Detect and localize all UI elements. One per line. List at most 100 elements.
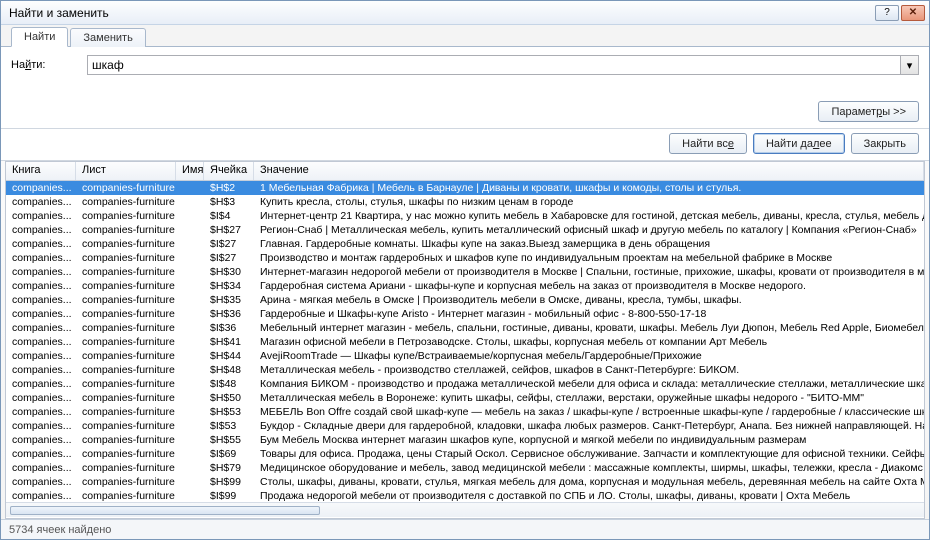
statusbar: 5734 ячеек найдено — [1, 519, 929, 539]
cell-ref: $I$27 — [204, 238, 254, 250]
cell-ref: $H$99 — [204, 476, 254, 488]
tab-find[interactable]: Найти — [11, 27, 68, 47]
cell-value: Арина - мягкая мебель в Омске | Производ… — [254, 294, 924, 306]
close-window-button[interactable]: ✕ — [901, 5, 925, 21]
search-history-dropdown[interactable]: ▾ — [901, 55, 919, 75]
cell-book: companies... — [6, 392, 76, 404]
cell-sheet: companies-furniture — [76, 266, 176, 278]
cell-ref: $H$30 — [204, 266, 254, 278]
chevron-down-icon: ▾ — [907, 59, 913, 72]
cell-ref: $I$69 — [204, 448, 254, 460]
table-row[interactable]: companies...companies-furniture$I$4Интер… — [6, 209, 924, 223]
cell-sheet: companies-furniture — [76, 210, 176, 222]
table-row[interactable]: companies...companies-furniture$I$99Прод… — [6, 489, 924, 503]
table-row[interactable]: companies...companies-furniture$H$99Стол… — [6, 475, 924, 489]
cell-value: Букдор - Складные двери для гардеробной,… — [254, 420, 924, 432]
table-row[interactable]: companies...companies-furniture$I$27Глав… — [6, 237, 924, 251]
table-row[interactable]: companies...companies-furniture$H$48Мета… — [6, 363, 924, 377]
cell-sheet: companies-furniture — [76, 448, 176, 460]
cell-value: AvejiRoomTrade — Шкафы купе/Встраиваемые… — [254, 350, 924, 362]
table-row[interactable]: companies...companies-furniture$I$36Мебе… — [6, 321, 924, 335]
cell-value: Регион-Снаб | Металлическая мебель, купи… — [254, 224, 924, 236]
cell-sheet: companies-furniture — [76, 378, 176, 390]
table-row[interactable]: companies...companies-furniture$I$53Букд… — [6, 419, 924, 433]
cell-value: Товары для офиса. Продажа, цены Старый О… — [254, 448, 924, 460]
cell-sheet: companies-furniture — [76, 336, 176, 348]
cell-ref: $H$44 — [204, 350, 254, 362]
table-row[interactable]: companies...companies-furniture$I$48Комп… — [6, 377, 924, 391]
search-input-wrap: ▾ — [87, 55, 919, 75]
table-row[interactable]: companies...companies-furniture$H$41Мага… — [6, 335, 924, 349]
cell-ref: $I$27 — [204, 252, 254, 264]
cell-ref: $I$53 — [204, 420, 254, 432]
grid-body[interactable]: companies...companies-furniture$H$21 Меб… — [6, 181, 924, 518]
titlebar: Найти и заменить ? ✕ — [1, 1, 929, 25]
table-row[interactable]: companies...companies-furniture$I$27Прои… — [6, 251, 924, 265]
table-row[interactable]: companies...companies-furniture$H$55Бум … — [6, 433, 924, 447]
cell-book: companies... — [6, 420, 76, 432]
scrollbar-thumb[interactable] — [10, 506, 320, 515]
table-row[interactable]: companies...companies-furniture$H$36Гард… — [6, 307, 924, 321]
cell-ref: $I$36 — [204, 322, 254, 334]
cell-book: companies... — [6, 476, 76, 488]
horizontal-scrollbar[interactable] — [6, 502, 924, 517]
cell-sheet: companies-furniture — [76, 308, 176, 320]
cell-sheet: companies-furniture — [76, 392, 176, 404]
cell-sheet: companies-furniture — [76, 238, 176, 250]
table-row[interactable]: companies...companies-furniture$H$30Инте… — [6, 265, 924, 279]
cell-sheet: companies-furniture — [76, 462, 176, 474]
col-name[interactable]: Имя — [176, 162, 204, 180]
search-input[interactable] — [87, 55, 901, 75]
search-panel: Найти: ▾ Параметры >> — [1, 47, 929, 129]
col-value[interactable]: Значение — [254, 162, 924, 180]
cell-sheet: companies-furniture — [76, 434, 176, 446]
cell-value: Металлическая мебель - производство стел… — [254, 364, 924, 376]
cell-value: МЕБЕЛЬ Bon Offre создай свой шкаф-купе —… — [254, 406, 924, 418]
table-row[interactable]: companies...companies-furniture$H$50Мета… — [6, 391, 924, 405]
cell-value: Бум Мебель Москва интернет магазин шкафо… — [254, 434, 924, 446]
window-title: Найти и заменить — [9, 6, 109, 20]
cell-sheet: companies-furniture — [76, 224, 176, 236]
col-book[interactable]: Книга — [6, 162, 76, 180]
close-button[interactable]: Закрыть — [851, 133, 919, 154]
cell-value: Компания БИКОМ - производство и продажа … — [254, 378, 924, 390]
cell-value: Медицинское оборудование и мебель, завод… — [254, 462, 924, 474]
cell-sheet: companies-furniture — [76, 280, 176, 292]
table-row[interactable]: companies...companies-furniture$H$27Реги… — [6, 223, 924, 237]
results-grid: Книга Лист Имя Ячейка Значение companies… — [5, 161, 925, 519]
table-row[interactable]: companies...companies-furniture$I$69Това… — [6, 447, 924, 461]
table-row[interactable]: companies...companies-furniture$H$107Гар… — [6, 517, 924, 518]
cell-book: companies... — [6, 280, 76, 292]
cell-ref: $H$3 — [204, 196, 254, 208]
table-row[interactable]: companies...companies-furniture$H$35Арин… — [6, 293, 924, 307]
table-row[interactable]: companies...companies-furniture$H$53МЕБЕ… — [6, 405, 924, 419]
col-sheet[interactable]: Лист — [76, 162, 176, 180]
options-button[interactable]: Параметры >> — [818, 101, 919, 122]
tab-replace[interactable]: Заменить — [70, 28, 145, 47]
close-icon: ✕ — [909, 7, 917, 18]
cell-book: companies... — [6, 434, 76, 446]
col-cell[interactable]: Ячейка — [204, 162, 254, 180]
table-row[interactable]: companies...companies-furniture$H$3Купит… — [6, 195, 924, 209]
cell-ref: $H$34 — [204, 280, 254, 292]
cell-value: Металлическая мебель в Воронеже: купить … — [254, 392, 924, 404]
cell-book: companies... — [6, 266, 76, 278]
cell-ref: $I$99 — [204, 490, 254, 502]
find-all-button[interactable]: Найти все — [669, 133, 747, 154]
table-row[interactable]: companies...companies-furniture$H$34Гард… — [6, 279, 924, 293]
cell-book: companies... — [6, 336, 76, 348]
table-row[interactable]: companies...companies-furniture$H$44Avej… — [6, 349, 924, 363]
cell-ref: $H$35 — [204, 294, 254, 306]
cell-ref: $I$4 — [204, 210, 254, 222]
action-row: Найти все Найти далее Закрыть — [1, 129, 929, 161]
cell-ref: $H$53 — [204, 406, 254, 418]
find-next-button[interactable]: Найти далее — [753, 133, 845, 154]
tab-replace-label: Заменить — [83, 32, 132, 44]
cell-sheet: companies-furniture — [76, 322, 176, 334]
table-row[interactable]: companies...companies-furniture$H$79Меди… — [6, 461, 924, 475]
cell-book: companies... — [6, 196, 76, 208]
find-replace-dialog: Найти и заменить ? ✕ Найти Заменить Найт… — [0, 0, 930, 540]
help-button[interactable]: ? — [875, 5, 899, 21]
cell-sheet: companies-furniture — [76, 490, 176, 502]
table-row[interactable]: companies...companies-furniture$H$21 Меб… — [6, 181, 924, 195]
